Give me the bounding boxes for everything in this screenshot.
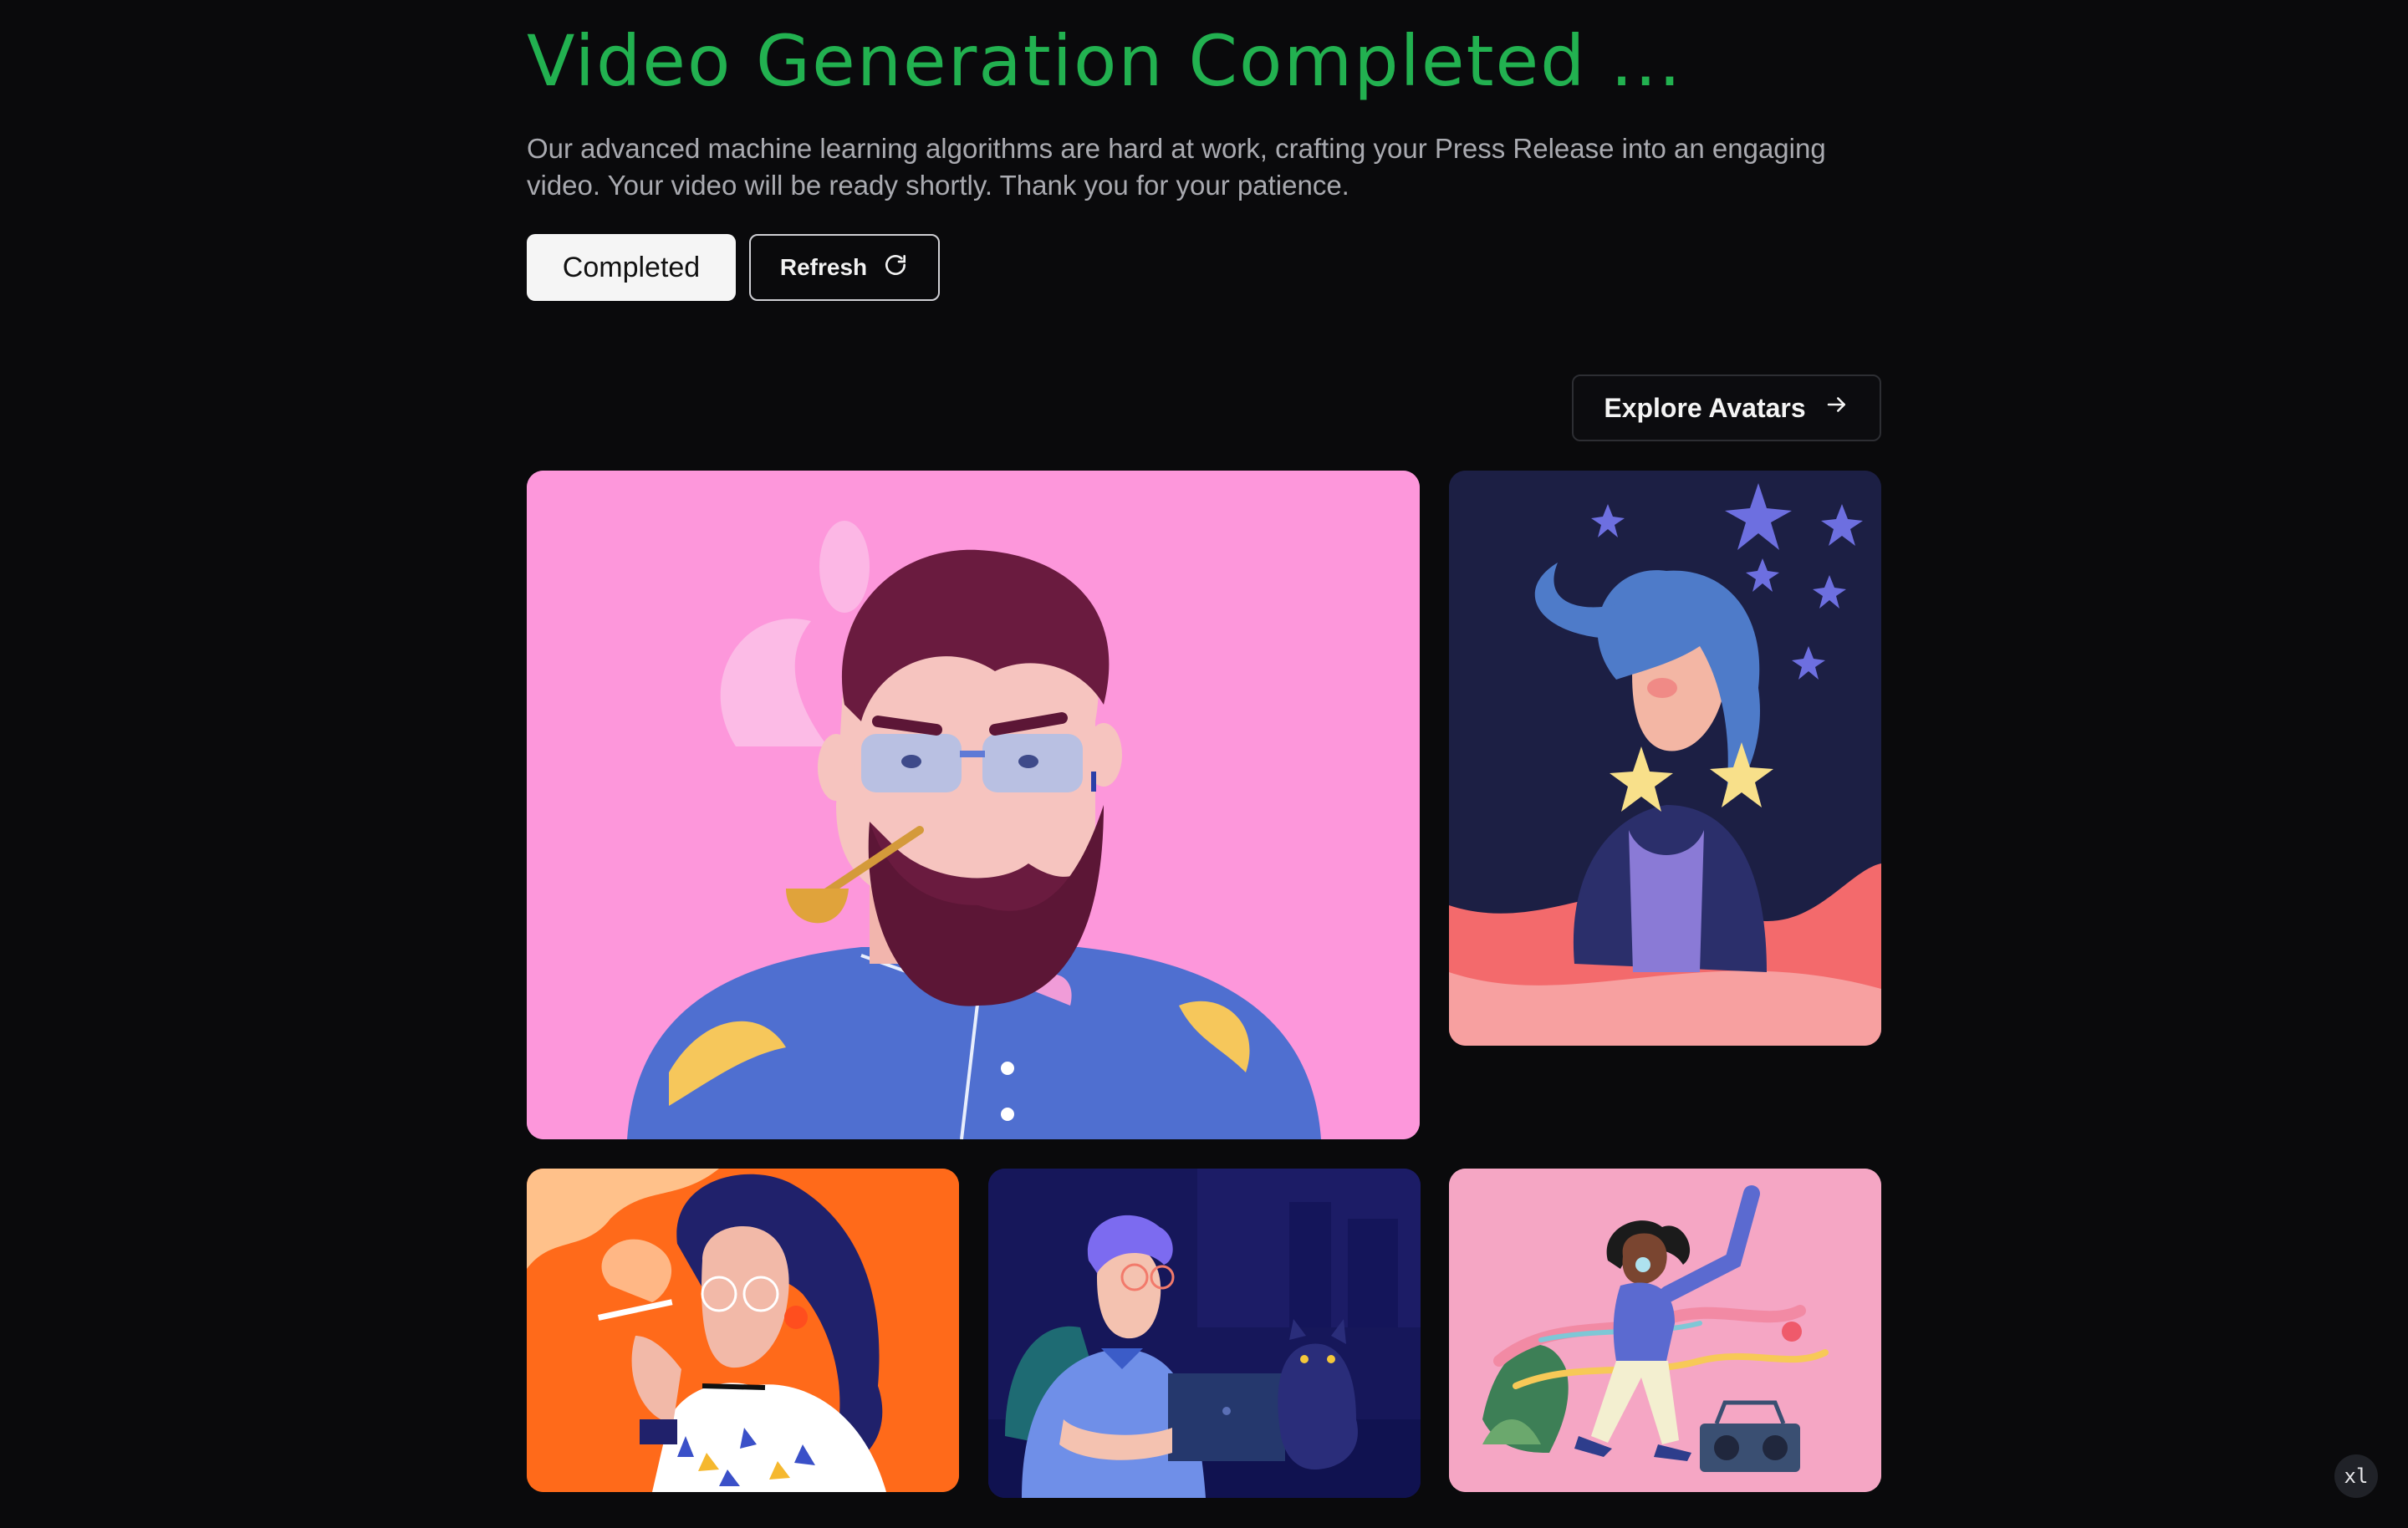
star-woman-illustration	[1449, 471, 1881, 1046]
bearded-man-illustration	[527, 471, 1420, 1139]
corner-badge[interactable]: xl	[2334, 1454, 2378, 1498]
explore-avatars-label: Explore Avatars	[1604, 392, 1806, 423]
avatar-card-bearded-man[interactable]	[527, 471, 1420, 1139]
avatar-card-laptop-man[interactable]	[988, 1169, 1421, 1498]
completed-label: Completed	[562, 251, 701, 283]
avatar-card-dancing-woman[interactable]	[1449, 1169, 1881, 1492]
avatar-card-star-woman[interactable]	[1449, 471, 1881, 1046]
refresh-icon	[882, 252, 909, 284]
dancing-woman-illustration	[1449, 1169, 1881, 1492]
corner-badge-label: xl	[2344, 1464, 2369, 1488]
status-actions: Completed Refresh	[527, 234, 940, 301]
arrow-right-icon	[1824, 392, 1849, 424]
avatar-card-smoking-woman[interactable]	[527, 1169, 959, 1492]
explore-avatars-button[interactable]: Explore Avatars	[1572, 374, 1881, 441]
page-description: Our advanced machine learning algorithms…	[527, 133, 1826, 201]
smoking-woman-illustration	[527, 1169, 959, 1492]
refresh-button[interactable]: Refresh	[749, 234, 940, 301]
page-title: Video Generation Completed ...	[527, 20, 1683, 102]
completed-status-button[interactable]: Completed	[527, 234, 736, 301]
laptop-man-illustration	[988, 1169, 1421, 1498]
refresh-label: Refresh	[779, 254, 868, 280]
